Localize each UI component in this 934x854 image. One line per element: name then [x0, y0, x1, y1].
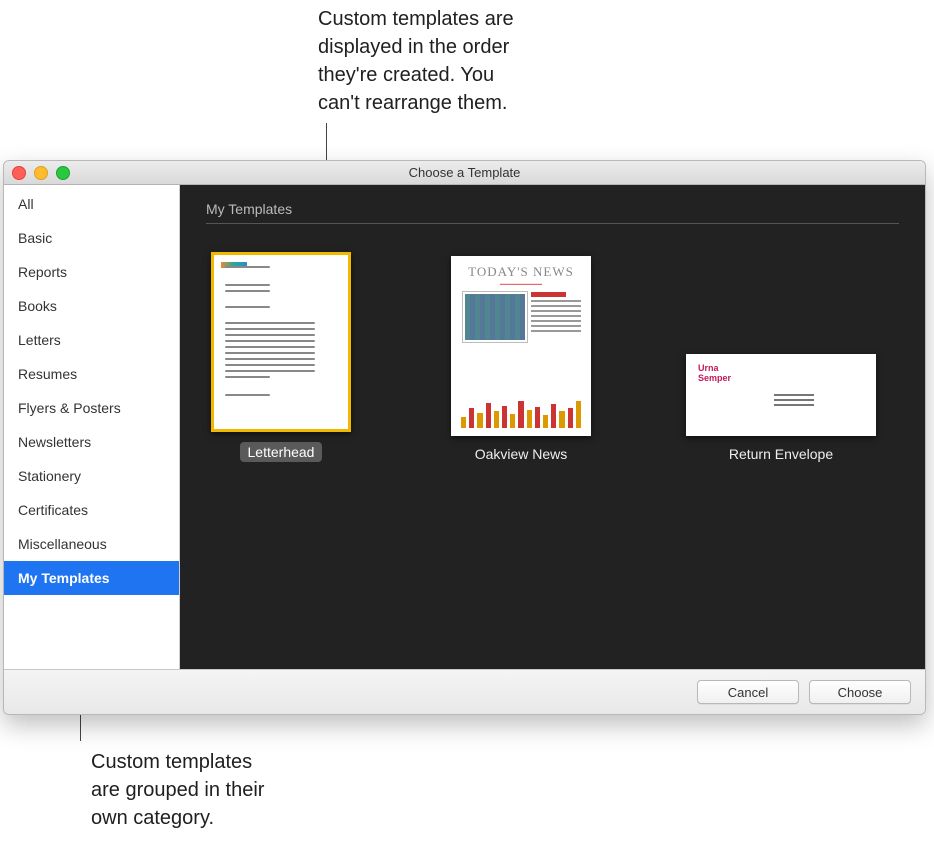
template-oakview-news[interactable]: TODAY'S NEWS ━━━━━━━━━━━━━━: [446, 256, 596, 462]
envelope-address-lines: [774, 394, 814, 406]
sidebar-item-certificates[interactable]: Certificates: [4, 493, 179, 527]
template-oakview-news-thumb[interactable]: TODAY'S NEWS ━━━━━━━━━━━━━━: [451, 256, 591, 436]
sidebar-item-my-templates[interactable]: My Templates: [4, 561, 179, 595]
callout-bottom: Custom templates are grouped in their ow…: [91, 748, 351, 832]
window-body: All Basic Reports Books Letters Resumes …: [4, 185, 925, 669]
envelope-sender-last: Semper: [698, 373, 731, 383]
window-footer: Cancel Choose: [4, 669, 925, 714]
callout-top: Custom templates are displayed in the or…: [318, 5, 598, 117]
template-letterhead-label: Letterhead: [240, 442, 323, 462]
sidebar-item-misc[interactable]: Miscellaneous: [4, 527, 179, 561]
sidebar-item-basic[interactable]: Basic: [4, 221, 179, 255]
cancel-button[interactable]: Cancel: [697, 680, 799, 704]
sidebar-item-stationery[interactable]: Stationery: [4, 459, 179, 493]
sidebar-item-books[interactable]: Books: [4, 289, 179, 323]
template-categories-sidebar: All Basic Reports Books Letters Resumes …: [4, 185, 180, 669]
section-divider: [206, 223, 899, 224]
section-title: My Templates: [206, 185, 899, 223]
sidebar-item-flyers[interactable]: Flyers & Posters: [4, 391, 179, 425]
news-bars-icon: [461, 400, 581, 428]
close-icon[interactable]: [12, 166, 26, 180]
template-oakview-news-label: Oakview News: [475, 446, 568, 462]
photo-icon: [463, 292, 527, 342]
sidebar-item-resumes[interactable]: Resumes: [4, 357, 179, 391]
envelope-sender: Urna Semper: [698, 364, 731, 384]
template-row: Letterhead TODAY'S NEWS ━━━━━━━━━━━━━━: [206, 252, 899, 462]
template-return-envelope-thumb[interactable]: Urna Semper: [686, 354, 876, 436]
news-headline: TODAY'S NEWS: [451, 264, 591, 280]
template-chooser-window: Choose a Template All Basic Reports Book…: [3, 160, 926, 715]
news-column: [531, 292, 581, 332]
envelope-sender-first: Urna: [698, 363, 719, 373]
letter-preview-lines: [225, 266, 337, 418]
minimize-icon[interactable]: [34, 166, 48, 180]
template-return-envelope[interactable]: Urna Semper Return Envelope: [686, 354, 876, 462]
template-letterhead-thumb[interactable]: [211, 252, 351, 432]
window-titlebar: Choose a Template: [4, 161, 925, 185]
sidebar-item-newsletters[interactable]: Newsletters: [4, 425, 179, 459]
template-return-envelope-label: Return Envelope: [729, 446, 833, 462]
window-title: Choose a Template: [4, 165, 925, 180]
template-grid: My Templates: [180, 185, 925, 669]
sidebar-item-letters[interactable]: Letters: [4, 323, 179, 357]
template-letterhead[interactable]: Letterhead: [206, 252, 356, 462]
zoom-icon[interactable]: [56, 166, 70, 180]
choose-button[interactable]: Choose: [809, 680, 911, 704]
sidebar-item-reports[interactable]: Reports: [4, 255, 179, 289]
news-subhead: ━━━━━━━━━━━━━━: [459, 282, 583, 288]
window-traffic-lights: [4, 166, 70, 180]
sidebar-item-all[interactable]: All: [4, 187, 179, 221]
